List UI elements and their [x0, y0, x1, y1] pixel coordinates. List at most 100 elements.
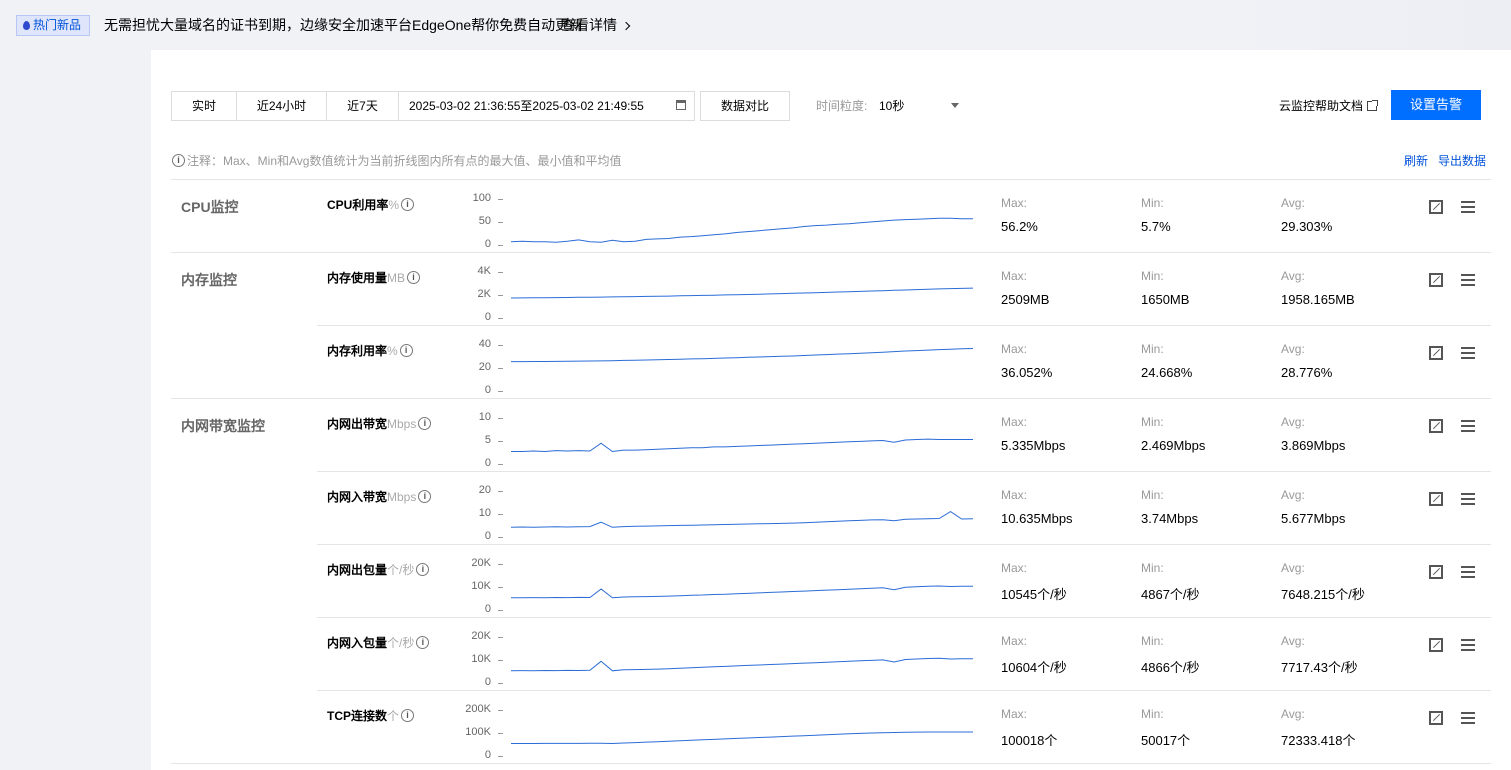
- badge-label: 热门新品: [33, 18, 82, 32]
- stat-label: Min:: [1141, 269, 1164, 283]
- stat-min: Min: 2.469Mbps: [1141, 415, 1205, 453]
- stats-note-text: 注释：Max、Min和Avg数值统计为当前折线图内所有点的最大值、最小值和平均值: [187, 154, 622, 168]
- info-icon[interactable]: i: [418, 490, 432, 503]
- stat-label: Avg:: [1281, 707, 1305, 721]
- stat-min: Min: 24.668%: [1141, 342, 1192, 380]
- granularity-select[interactable]: 10秒: [879, 97, 904, 114]
- stat-min: Min: 5.7%: [1141, 196, 1171, 234]
- metric-name: 内网入带宽 Mbps i: [327, 488, 432, 505]
- series-line: [511, 731, 973, 745]
- metric-row: CPU利用率% i 100 50 0 Max: 56.2% Min: 5.7% Avg: 29.30…: [317, 180, 1491, 253]
- metric-row: 内网入包量 个/秒 i 20K 10K 0 Max: 10604个/秒 Min: 4866个/秒 A…: [317, 618, 1491, 691]
- dropdown-arrow-icon[interactable]: [951, 103, 959, 108]
- series-line: [511, 657, 973, 672]
- menu-icon[interactable]: [1461, 201, 1475, 213]
- hot-product-badge[interactable]: 热门新品: [16, 15, 91, 36]
- stat-label: Avg:: [1281, 561, 1305, 575]
- info-icon[interactable]: i: [401, 709, 415, 722]
- y-tick-label: 40: [457, 338, 503, 350]
- sparkline-chart[interactable]: [511, 699, 973, 757]
- fullscreen-icon[interactable]: [1429, 200, 1443, 214]
- menu-icon[interactable]: [1461, 639, 1475, 651]
- help-doc-link[interactable]: 云监控帮助文档: [1279, 97, 1379, 114]
- y-tick-label: 100: [457, 192, 503, 204]
- fullscreen-icon[interactable]: [1429, 638, 1443, 652]
- series-line: [511, 511, 973, 528]
- view-details-label: 查看详情: [561, 17, 617, 33]
- time-btn-7d[interactable]: 近7天: [327, 92, 398, 120]
- metric-title: 内网入带宽: [327, 490, 388, 504]
- series-line: [511, 438, 973, 453]
- stat-label: Min:: [1141, 488, 1164, 502]
- info-icon[interactable]: i: [401, 198, 415, 211]
- sparkline-chart[interactable]: [511, 188, 973, 246]
- sparkline-chart[interactable]: [511, 626, 973, 684]
- fullscreen-icon[interactable]: [1429, 346, 1443, 360]
- sparkline-chart[interactable]: [511, 480, 973, 538]
- metric-title: 内网出带宽: [327, 417, 388, 431]
- info-icon[interactable]: i: [416, 563, 430, 576]
- stat-value: 4867个/秒: [1141, 587, 1200, 602]
- metric-unit: Mbps: [387, 416, 417, 431]
- fullscreen-icon[interactable]: [1429, 492, 1443, 506]
- stat-avg: Avg: 1958.165MB: [1281, 269, 1355, 307]
- series-line: [511, 287, 973, 299]
- set-alarm-button[interactable]: 设置告警: [1391, 90, 1481, 120]
- menu-icon[interactable]: [1461, 712, 1475, 724]
- fullscreen-icon[interactable]: [1429, 273, 1443, 287]
- menu-icon[interactable]: [1461, 566, 1475, 578]
- metric-unit: %: [388, 197, 400, 212]
- time-btn-realtime[interactable]: 实时: [172, 92, 237, 120]
- chevron-right-icon: [621, 21, 631, 30]
- time-range-selector: 实时 近24小时 近7天: [171, 91, 399, 121]
- stat-value: 3.869Mbps: [1281, 438, 1346, 453]
- menu-icon[interactable]: [1461, 274, 1475, 286]
- stat-min: Min: 50017个: [1141, 707, 1190, 749]
- stat-max: Max: 5.335Mbps: [1001, 415, 1065, 453]
- stat-label: Avg:: [1281, 269, 1305, 283]
- stat-value: 5.677Mbps: [1281, 511, 1346, 526]
- sparkline-chart[interactable]: [511, 334, 973, 392]
- metric-title: CPU利用率: [327, 198, 389, 212]
- view-details-link[interactable]: 查看详情: [561, 15, 631, 35]
- info-icon[interactable]: i: [418, 417, 432, 430]
- stat-value: 1650MB: [1141, 292, 1190, 307]
- sparkline-chart[interactable]: [511, 407, 973, 465]
- metric-row: 内网出带宽 Mbps i 10 5 0 Max: 5.335Mbps Min: 2.469Mbps…: [317, 399, 1491, 472]
- y-tick-label: 10K: [457, 580, 503, 592]
- series-line: [511, 585, 973, 599]
- stat-value: 36.052%: [1001, 365, 1053, 380]
- data-compare-button[interactable]: 数据对比: [700, 91, 790, 121]
- info-icon[interactable]: i: [416, 636, 430, 649]
- menu-icon[interactable]: [1461, 420, 1475, 432]
- group-memory: 内存监控: [181, 272, 237, 288]
- metric-name: TCP连接数个 i: [327, 707, 415, 724]
- y-tick-label: 20: [457, 361, 503, 373]
- metric-unit: 个: [387, 709, 400, 723]
- fullscreen-icon[interactable]: [1429, 565, 1443, 579]
- stat-label: Max:: [1001, 415, 1028, 429]
- info-icon[interactable]: i: [407, 271, 421, 284]
- y-tick-label: 10: [457, 411, 503, 423]
- stat-label: Avg:: [1281, 488, 1305, 502]
- menu-icon[interactable]: [1461, 347, 1475, 359]
- stat-avg: Avg: 7717.43个/秒: [1281, 634, 1358, 676]
- time-btn-24h[interactable]: 近24小时: [237, 92, 327, 120]
- calendar-icon: [676, 100, 686, 110]
- y-tick-label: 0: [457, 384, 503, 396]
- menu-icon[interactable]: [1461, 493, 1475, 505]
- stat-label: Max:: [1001, 269, 1028, 283]
- stat-label: Min:: [1141, 561, 1164, 575]
- info-icon[interactable]: i: [399, 344, 413, 357]
- fullscreen-icon[interactable]: [1429, 419, 1443, 433]
- export-data-link[interactable]: 导出数据: [1438, 152, 1486, 169]
- fullscreen-icon[interactable]: [1429, 711, 1443, 725]
- metric-title: TCP连接数: [327, 709, 388, 723]
- stat-label: Min:: [1141, 196, 1164, 210]
- refresh-link[interactable]: 刷新: [1404, 152, 1428, 169]
- sparkline-chart[interactable]: [511, 553, 973, 611]
- date-range-picker[interactable]: 2025-03-02 21:36:55至2025-03-02 21:49:55: [398, 91, 695, 121]
- stat-label: Max:: [1001, 196, 1028, 210]
- sparkline-chart[interactable]: [511, 261, 973, 319]
- metric-row: 内存利用率% i 40 20 0 Max: 36.052% Min: 24.668% Avg: 28…: [317, 326, 1491, 399]
